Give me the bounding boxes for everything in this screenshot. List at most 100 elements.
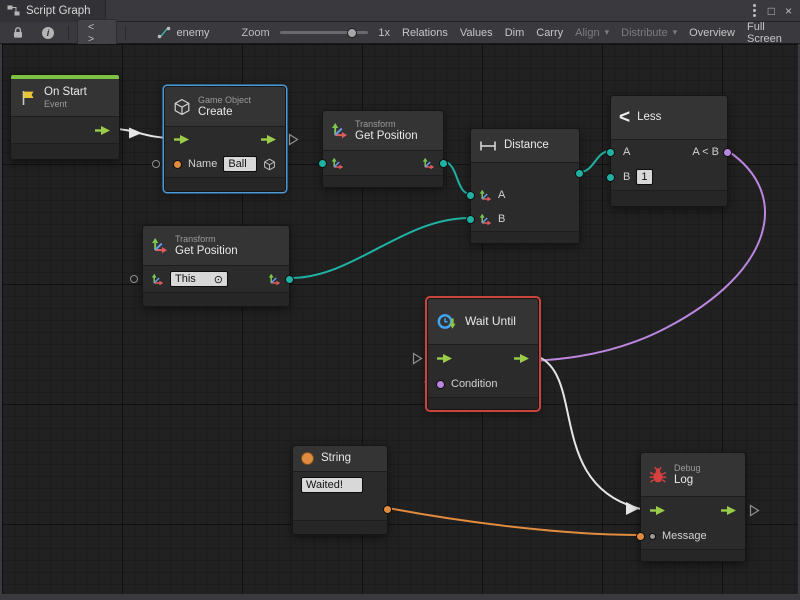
message-port-dot [649,533,656,540]
port-label: B [623,171,630,183]
node-title: Get Position [175,245,238,258]
overview-button[interactable]: Overview [683,24,741,42]
zoom-slider[interactable] [280,31,369,34]
move-tool-icon [422,157,435,170]
node-category: Transform [355,119,418,130]
wire-getposition-to-distance-a[interactable] [444,162,470,194]
wire-getposition2-to-distance-b[interactable] [290,218,470,278]
node-category: Debug [674,463,701,474]
distance-output-port[interactable] [575,169,584,178]
move-tool-icon [268,273,281,286]
result-label: A < B [692,146,719,158]
object-target-icon[interactable]: ⊙ [214,273,223,286]
code-view-button[interactable]: < > [77,19,117,47]
wire-string-to-log-message[interactable] [388,508,640,535]
node-title: Wait Until [465,315,516,328]
string-output-port[interactable] [383,505,392,514]
zoom-label: Zoom [242,27,270,39]
node-category: Transform [175,234,238,245]
lock-button[interactable] [6,24,30,42]
transform-icon [151,237,168,254]
zoom-slider-handle[interactable] [347,28,357,38]
position-output-port[interactable] [285,275,294,284]
node-footer [611,190,727,206]
distribute-dropdown[interactable]: Distribute▾ [615,24,683,42]
node-on-start[interactable]: On Start Event [10,74,120,160]
position-output-port[interactable] [439,159,448,168]
cube-icon [173,98,191,116]
toolbar-separator [68,26,69,40]
message-input-port[interactable] [636,532,645,541]
flow-input-port[interactable] [649,505,666,516]
b-value-field[interactable] [636,169,653,185]
values-button[interactable]: Values [454,24,499,42]
close-icon[interactable]: × [785,5,792,17]
port-label: Condition [451,378,497,390]
node-title: Log [674,474,701,487]
relations-button[interactable]: Relations [396,24,454,42]
flow-output-port[interactable] [94,125,111,136]
dim-button[interactable]: Dim [499,24,531,42]
input-a-port[interactable] [466,191,475,200]
unconnected-value-indicator [130,275,138,283]
flow-output-port[interactable] [720,505,737,516]
node-get-position-left[interactable]: Transform Get Position This ⊙ [142,225,290,307]
fullscreen-button[interactable]: Full Screen [741,24,794,42]
graph-name: enemy [176,27,209,39]
node-distance[interactable]: Distance A B [470,128,580,244]
unconnected-flow-indicator [749,504,760,520]
node-get-position-top[interactable]: Transform Get Position [322,110,444,188]
node-subtitle: Event [44,99,87,110]
node-footer [293,520,387,534]
node-less[interactable]: < Less A A < B B [610,95,728,207]
wire-waituntil-to-log[interactable] [539,357,641,509]
graph-canvas[interactable]: On Start Event Game Object Create [0,44,800,600]
target-field[interactable]: This ⊙ [170,271,228,287]
node-footer [143,292,289,306]
lock-icon [12,26,24,39]
graph-breadcrumb[interactable]: enemy [157,26,209,39]
condition-input-port[interactable] [436,380,445,389]
node-footer [323,175,443,187]
input-b-port[interactable] [606,173,615,182]
align-dropdown[interactable]: Align▾ [569,24,615,42]
move-tool-icon [479,213,492,226]
tab-title: Script Graph [26,5,91,17]
chevron-down-icon: ▾ [605,27,610,38]
node-wait-until[interactable]: Wait Until Condition [427,298,539,410]
string-icon [301,452,314,465]
carry-button[interactable]: Carry [530,24,569,42]
node-debug-log[interactable]: Debug Log Message [640,452,746,562]
port-label: A [623,146,630,158]
toolbar-buttons: Relations Values Dim Carry Align▾ Distri… [396,24,794,42]
info-button[interactable]: i [36,24,60,42]
node-string-literal[interactable]: String [292,445,388,535]
maximize-icon[interactable]: □ [768,5,775,17]
port-label: B [498,213,505,225]
result-output-port[interactable] [723,148,732,157]
port-label: Name [188,158,217,170]
flow-input-port[interactable] [436,353,453,364]
input-a-port[interactable] [606,148,615,157]
flow-output-port[interactable] [260,134,277,145]
more-menu-icon[interactable] [753,9,756,12]
string-value-field[interactable] [301,477,363,493]
move-tool-icon [331,157,344,170]
flow-input-port[interactable] [173,134,190,145]
object-picker-cube-icon[interactable] [263,158,276,171]
transform-input-port[interactable] [318,159,327,168]
wait-until-clock-icon [436,312,458,332]
node-title: Get Position [355,130,418,143]
node-footer [165,177,285,191]
script-graph-tab-icon [7,5,20,16]
node-title: On Start [44,86,87,99]
window-controls: □ × [751,5,800,17]
name-input-port[interactable] [173,160,182,169]
unconnected-flow-indicator [412,352,423,368]
name-value-field[interactable] [223,156,257,172]
unity-visual-scripting-window: Script Graph □ × i < > enemy Zoom 1x Rel… [0,0,800,600]
node-create-gameobject[interactable]: Game Object Create Name [164,86,286,192]
node-title: Less [637,111,661,124]
input-b-port[interactable] [466,215,475,224]
flow-output-port[interactable] [513,353,530,364]
